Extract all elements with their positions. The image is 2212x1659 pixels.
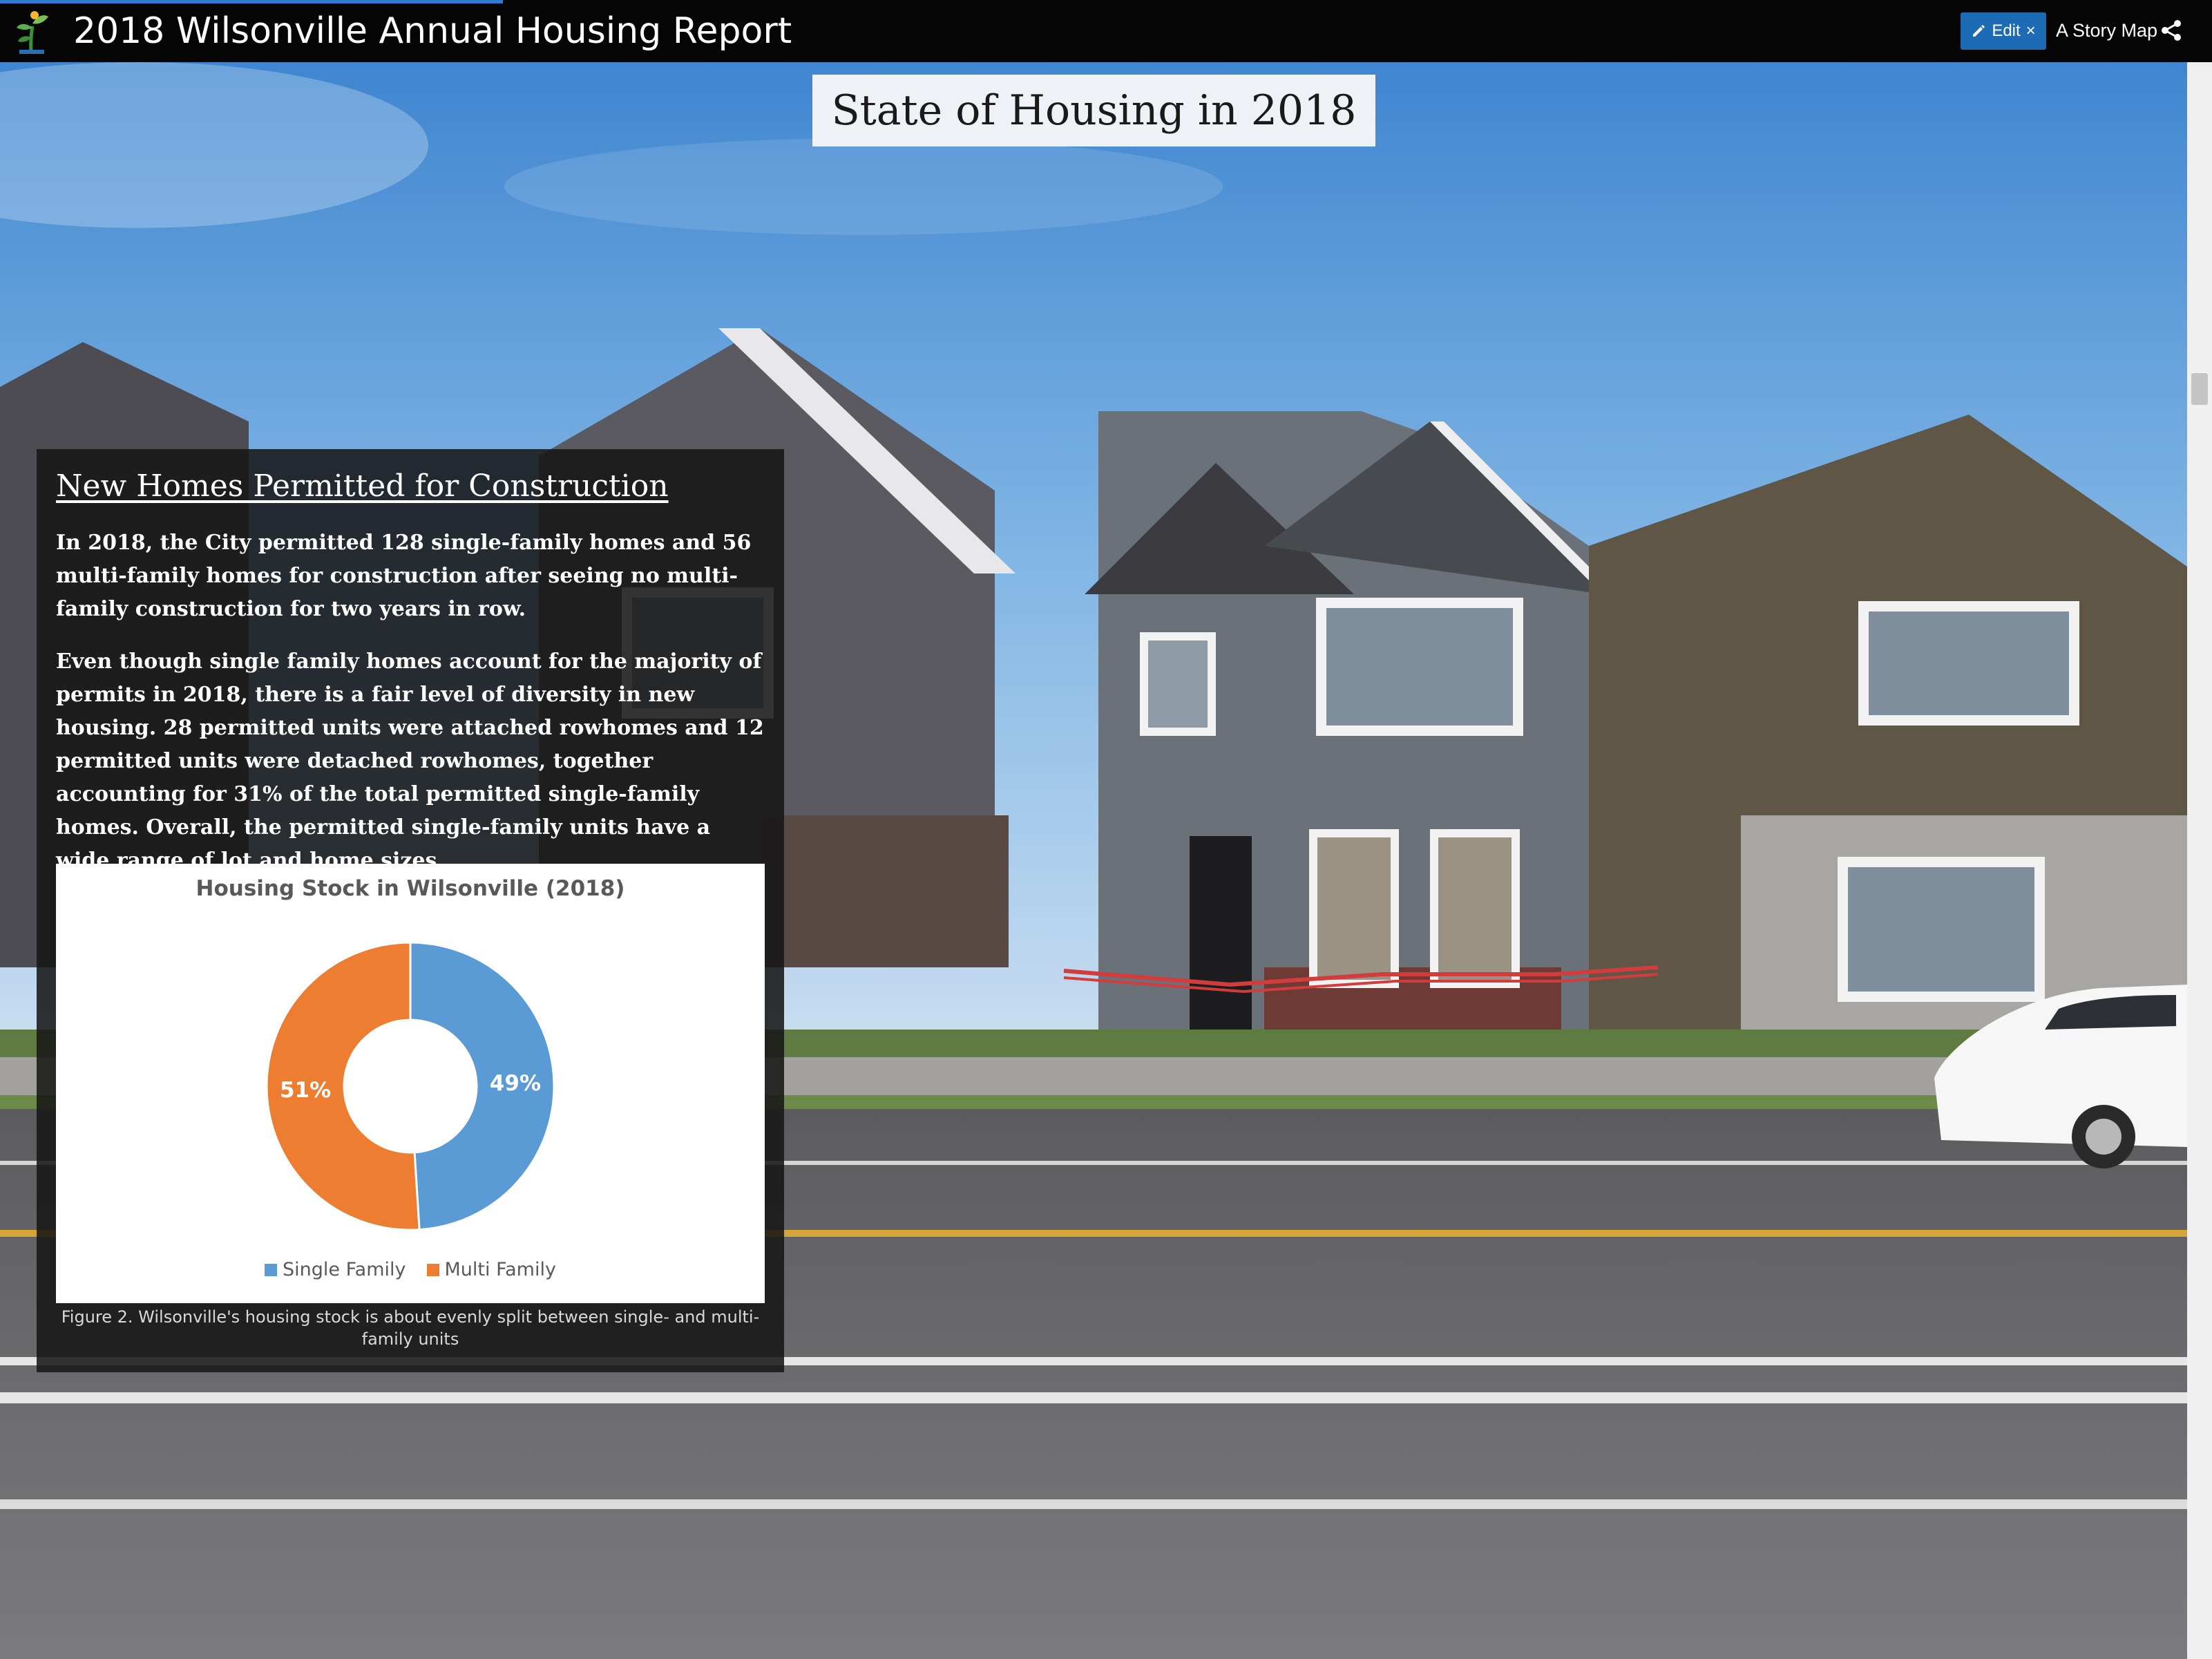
figure-caption: Figure 2. Wilsonville's housing stock is…: [61, 1307, 760, 1349]
narrative-panel: New Homes Permitted for Construction In …: [37, 449, 784, 1372]
paragraph-2: Even though single family homes account …: [56, 650, 764, 873]
story-map-link[interactable]: A Story Map: [2056, 18, 2157, 43]
chart-card: Housing Stock in Wilsonville (2018) 49% 5…: [56, 864, 765, 1303]
chart-legend: Single Family Multi Family: [56, 1259, 765, 1280]
progress-bar: [0, 0, 503, 3]
panel-heading: New Homes Permitted for Construction: [56, 468, 669, 504]
legend-swatch: [426, 1263, 439, 1276]
top-bar: 2018 Wilsonville Annual Housing Report E…: [0, 0, 2212, 62]
legend-item: Multi Family: [426, 1259, 556, 1280]
donut-chart: 49% 51%: [265, 941, 555, 1231]
legend-label: Single Family: [283, 1259, 406, 1280]
legend-swatch: [265, 1263, 278, 1276]
legend-label: Multi Family: [444, 1259, 556, 1280]
section-title-box: State of Housing in 2018: [812, 75, 1375, 146]
legend-item: Single Family: [265, 1259, 406, 1280]
section-title: State of Housing in 2018: [831, 86, 1357, 135]
edit-button[interactable]: Edit ×: [1961, 12, 2046, 50]
edit-label: Edit: [1992, 21, 2021, 40]
paragraph-1: In 2018, the City permitted 128 single-f…: [56, 531, 752, 621]
logo-icon: [17, 11, 48, 54]
data-label: 51%: [280, 1078, 331, 1103]
pencil-icon: [1973, 25, 1985, 37]
close-icon: ×: [2025, 21, 2036, 40]
app-title: 2018 Wilsonville Annual Housing Report: [73, 10, 792, 52]
share-icon[interactable]: [2159, 19, 2183, 42]
scrollbar-track[interactable]: [2187, 62, 2212, 1659]
data-label: 49%: [490, 1071, 541, 1096]
scrollbar-thumb[interactable]: [2191, 373, 2208, 405]
